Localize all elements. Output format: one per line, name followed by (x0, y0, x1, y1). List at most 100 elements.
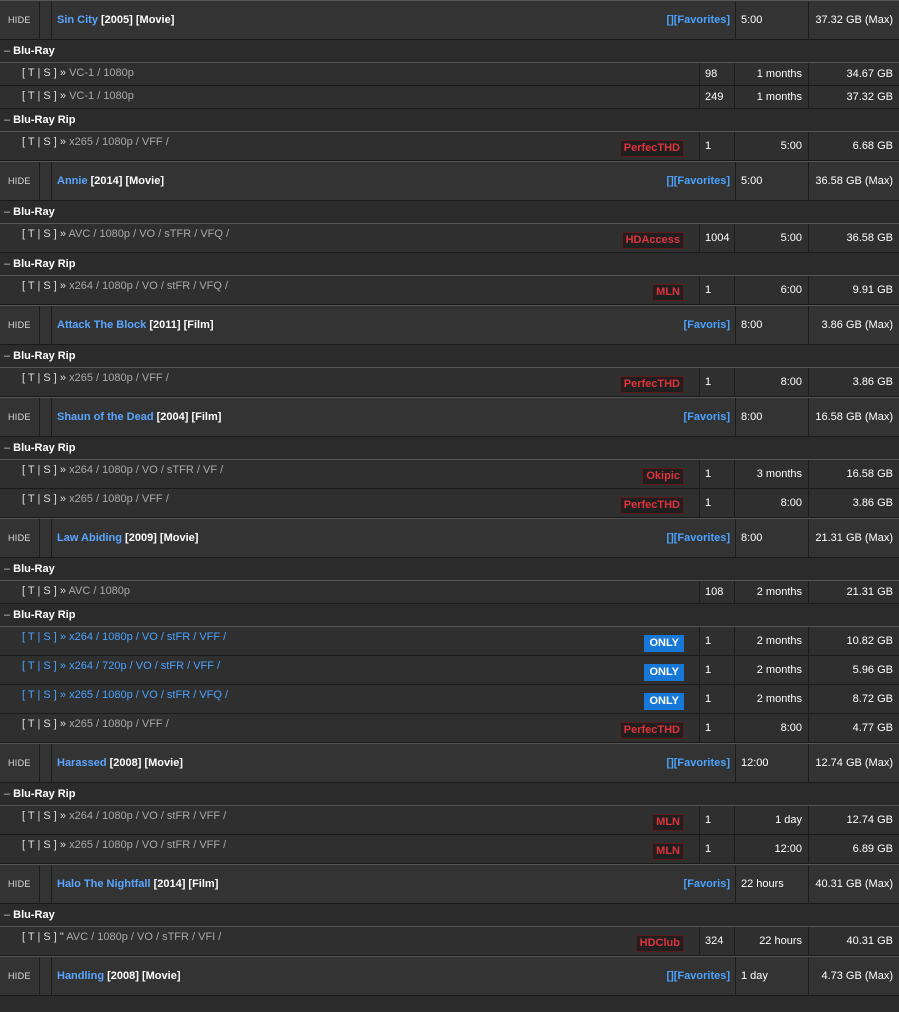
collapse-icon[interactable]: – (4, 350, 10, 362)
torrent-links[interactable]: [ T | S ] » (22, 90, 66, 102)
release-row[interactable]: [ T | S ] » x265 / 1080p / VO / stFR / V… (0, 685, 899, 714)
category-header[interactable]: – Blu-Ray (0, 201, 899, 224)
collapse-icon[interactable]: – (4, 45, 10, 57)
release-row[interactable]: [ T | S ] » x265 / 1080p / VO / stFR / V… (0, 835, 899, 864)
hide-button[interactable]: HIDE (0, 398, 40, 436)
favorites-link[interactable]: [Favoris] (684, 319, 730, 331)
spacer-cell (40, 957, 52, 995)
movie-title-link[interactable]: Annie (57, 175, 88, 187)
torrent-links[interactable]: [ T | S ] » (22, 810, 66, 822)
release-info[interactable]: [ T | S ] » x265 / 1080p / VFF / (22, 718, 169, 730)
torrent-links[interactable]: [ T | S ] » (22, 228, 66, 240)
release-info[interactable]: [ T | S ] " AVC / 1080p / VO / sTFR / VF… (22, 931, 221, 943)
category-header[interactable]: – Blu-Ray Rip (0, 253, 899, 276)
category-label: Blu-Ray Rip (13, 442, 76, 454)
torrent-links[interactable]: [ T | S ] » (22, 660, 66, 672)
hide-button[interactable]: HIDE (0, 306, 40, 344)
release-row[interactable]: [ T | S ] » x265 / 1080p / VFF / PerfecTH… (0, 714, 899, 743)
torrent-links[interactable]: [ T | S ] » (22, 280, 66, 292)
release-info[interactable]: [ T | S ] » x264 / 720p / VO / stFR / VF… (22, 660, 220, 672)
torrent-links[interactable]: [ T | S ] » (22, 839, 66, 851)
release-info[interactable]: [ T | S ] » VC-1 / 1080p (22, 67, 134, 79)
collapse-icon[interactable]: – (4, 563, 10, 575)
seeders-count: 1 (700, 714, 735, 742)
release-info[interactable]: [ T | S ] » x264 / 1080p / VO / sTFR / V… (22, 464, 223, 476)
favorites-link[interactable]: [Favoris] (684, 878, 730, 890)
release-info[interactable]: [ T | S ] » x264 / 1080p / VO / stFR / V… (22, 280, 228, 292)
category-header[interactable]: – Blu-Ray Rip (0, 109, 899, 132)
collapse-icon[interactable]: – (4, 206, 10, 218)
movie-title-link[interactable]: Attack The Block (57, 319, 146, 331)
release-row[interactable]: [ T | S ] » x264 / 1080p / VO / sTFR / V… (0, 460, 899, 489)
release-row[interactable]: [ T | S ] » x264 / 1080p / VO / stFR / V… (0, 276, 899, 305)
torrent-links[interactable]: [ T | S ] » (22, 718, 66, 730)
torrent-links[interactable]: [ T | S ] » (22, 585, 66, 597)
torrent-links[interactable]: [ T | S ] » (22, 631, 66, 643)
torrent-links[interactable]: [ T | S ] » (22, 67, 66, 79)
release-age: 1 months (735, 86, 809, 108)
category-header[interactable]: – Blu-Ray Rip (0, 783, 899, 806)
favorites-link[interactable]: [][Favorites] (666, 532, 730, 544)
release-row[interactable]: [ T | S ] » x264 / 1080p / VO / stFR / V… (0, 627, 899, 656)
release-row[interactable]: [ T | S ] » VC-1 / 1080p 98 1 months 34.67 … (0, 63, 899, 86)
hide-button[interactable]: HIDE (0, 519, 40, 557)
hide-button[interactable]: HIDE (0, 1, 40, 39)
release-row[interactable]: [ T | S ] » x265 / 1080p / VFF / PerfecTH… (0, 368, 899, 397)
hide-button[interactable]: HIDE (0, 162, 40, 200)
release-info[interactable]: [ T | S ] » x264 / 1080p / VO / stFR / V… (22, 810, 226, 822)
release-row[interactable]: [ T | S ] » x265 / 1080p / VFF / PerfecTH… (0, 489, 899, 518)
hide-button[interactable]: HIDE (0, 957, 40, 995)
category-header[interactable]: – Blu-Ray (0, 558, 899, 581)
collapse-icon[interactable]: – (4, 258, 10, 270)
movie-title-link[interactable]: Halo The Nightfall (57, 878, 151, 890)
movie-title-link[interactable]: Handling (57, 970, 104, 982)
category-header[interactable]: – Blu-Ray Rip (0, 345, 899, 368)
torrent-links[interactable]: [ T | S ] » (22, 689, 66, 701)
release-row[interactable]: [ T | S ] " AVC / 1080p / VO / sTFR / VF… (0, 927, 899, 956)
release-row[interactable]: [ T | S ] » x264 / 1080p / VO / stFR / V… (0, 806, 899, 835)
release-info[interactable]: [ T | S ] » VC-1 / 1080p (22, 90, 134, 102)
favorites-link[interactable]: [][Favorites] (666, 970, 730, 982)
torrent-links[interactable]: [ T | S ] » (22, 372, 66, 384)
seeders-count: 324 (700, 927, 735, 955)
release-row[interactable]: [ T | S ] » VC-1 / 1080p 249 1 months 37.32… (0, 86, 899, 109)
category-header[interactable]: – Blu-Ray (0, 40, 899, 63)
collapse-icon[interactable]: – (4, 909, 10, 921)
release-info[interactable]: [ T | S ] » x264 / 1080p / VO / stFR / V… (22, 631, 226, 643)
category-header[interactable]: – Blu-Ray Rip (0, 437, 899, 460)
release-info[interactable]: [ T | S ] » x265 / 1080p / VFF / (22, 136, 169, 148)
movie-row: HIDE Annie [2014] [Movie] [][Favorites] 5:0… (0, 161, 899, 201)
torrent-links[interactable]: [ T | S ] » (22, 136, 66, 148)
release-info[interactable]: [ T | S ] » x265 / 1080p / VO / stFR / V… (22, 689, 228, 701)
release-row[interactable]: [ T | S ] » x264 / 720p / VO / stFR / VF… (0, 656, 899, 685)
movie-row: HIDE Attack The Block [2011] [Film] [Favor… (0, 305, 899, 345)
movie-title-link[interactable]: Shaun of the Dead (57, 411, 154, 423)
category-header[interactable]: – Blu-Ray Rip (0, 604, 899, 627)
favorites-link[interactable]: [][Favorites] (666, 14, 730, 26)
collapse-icon[interactable]: – (4, 442, 10, 454)
category-header[interactable]: – Blu-Ray (0, 904, 899, 927)
release-info[interactable]: [ T | S ] » x265 / 1080p / VFF / (22, 372, 169, 384)
release-row[interactable]: [ T | S ] » x265 / 1080p / VFF / PerfecTH… (0, 132, 899, 161)
movie-max-size: 21.31 GB (Max) (815, 532, 893, 544)
movie-title-link[interactable]: Harassed (57, 757, 107, 769)
release-info[interactable]: [ T | S ] » x265 / 1080p / VO / stFR / V… (22, 839, 226, 851)
collapse-icon[interactable]: – (4, 114, 10, 126)
favorites-link[interactable]: [][Favorites] (666, 175, 730, 187)
release-info[interactable]: [ T | S ] » x265 / 1080p / VFF / (22, 493, 169, 505)
torrent-links[interactable]: [ T | S ] " (22, 931, 64, 943)
movie-title-link[interactable]: Sin City (57, 14, 98, 26)
favorites-link[interactable]: [][Favorites] (666, 757, 730, 769)
hide-button[interactable]: HIDE (0, 744, 40, 782)
movie-title-link[interactable]: Law Abiding (57, 532, 122, 544)
release-row[interactable]: [ T | S ] » AVC / 1080p 108 2 months 21.31 … (0, 581, 899, 604)
torrent-links[interactable]: [ T | S ] » (22, 493, 66, 505)
hide-button[interactable]: HIDE (0, 865, 40, 903)
release-info[interactable]: [ T | S ] » AVC / 1080p (22, 585, 130, 597)
torrent-links[interactable]: [ T | S ] » (22, 464, 66, 476)
favorites-link[interactable]: [Favoris] (684, 411, 730, 423)
release-info[interactable]: [ T | S ] » AVC / 1080p / VO / sTFR / VF… (22, 228, 229, 240)
release-row[interactable]: [ T | S ] » AVC / 1080p / VO / sTFR / VF… (0, 224, 899, 253)
collapse-icon[interactable]: – (4, 609, 10, 621)
collapse-icon[interactable]: – (4, 788, 10, 800)
